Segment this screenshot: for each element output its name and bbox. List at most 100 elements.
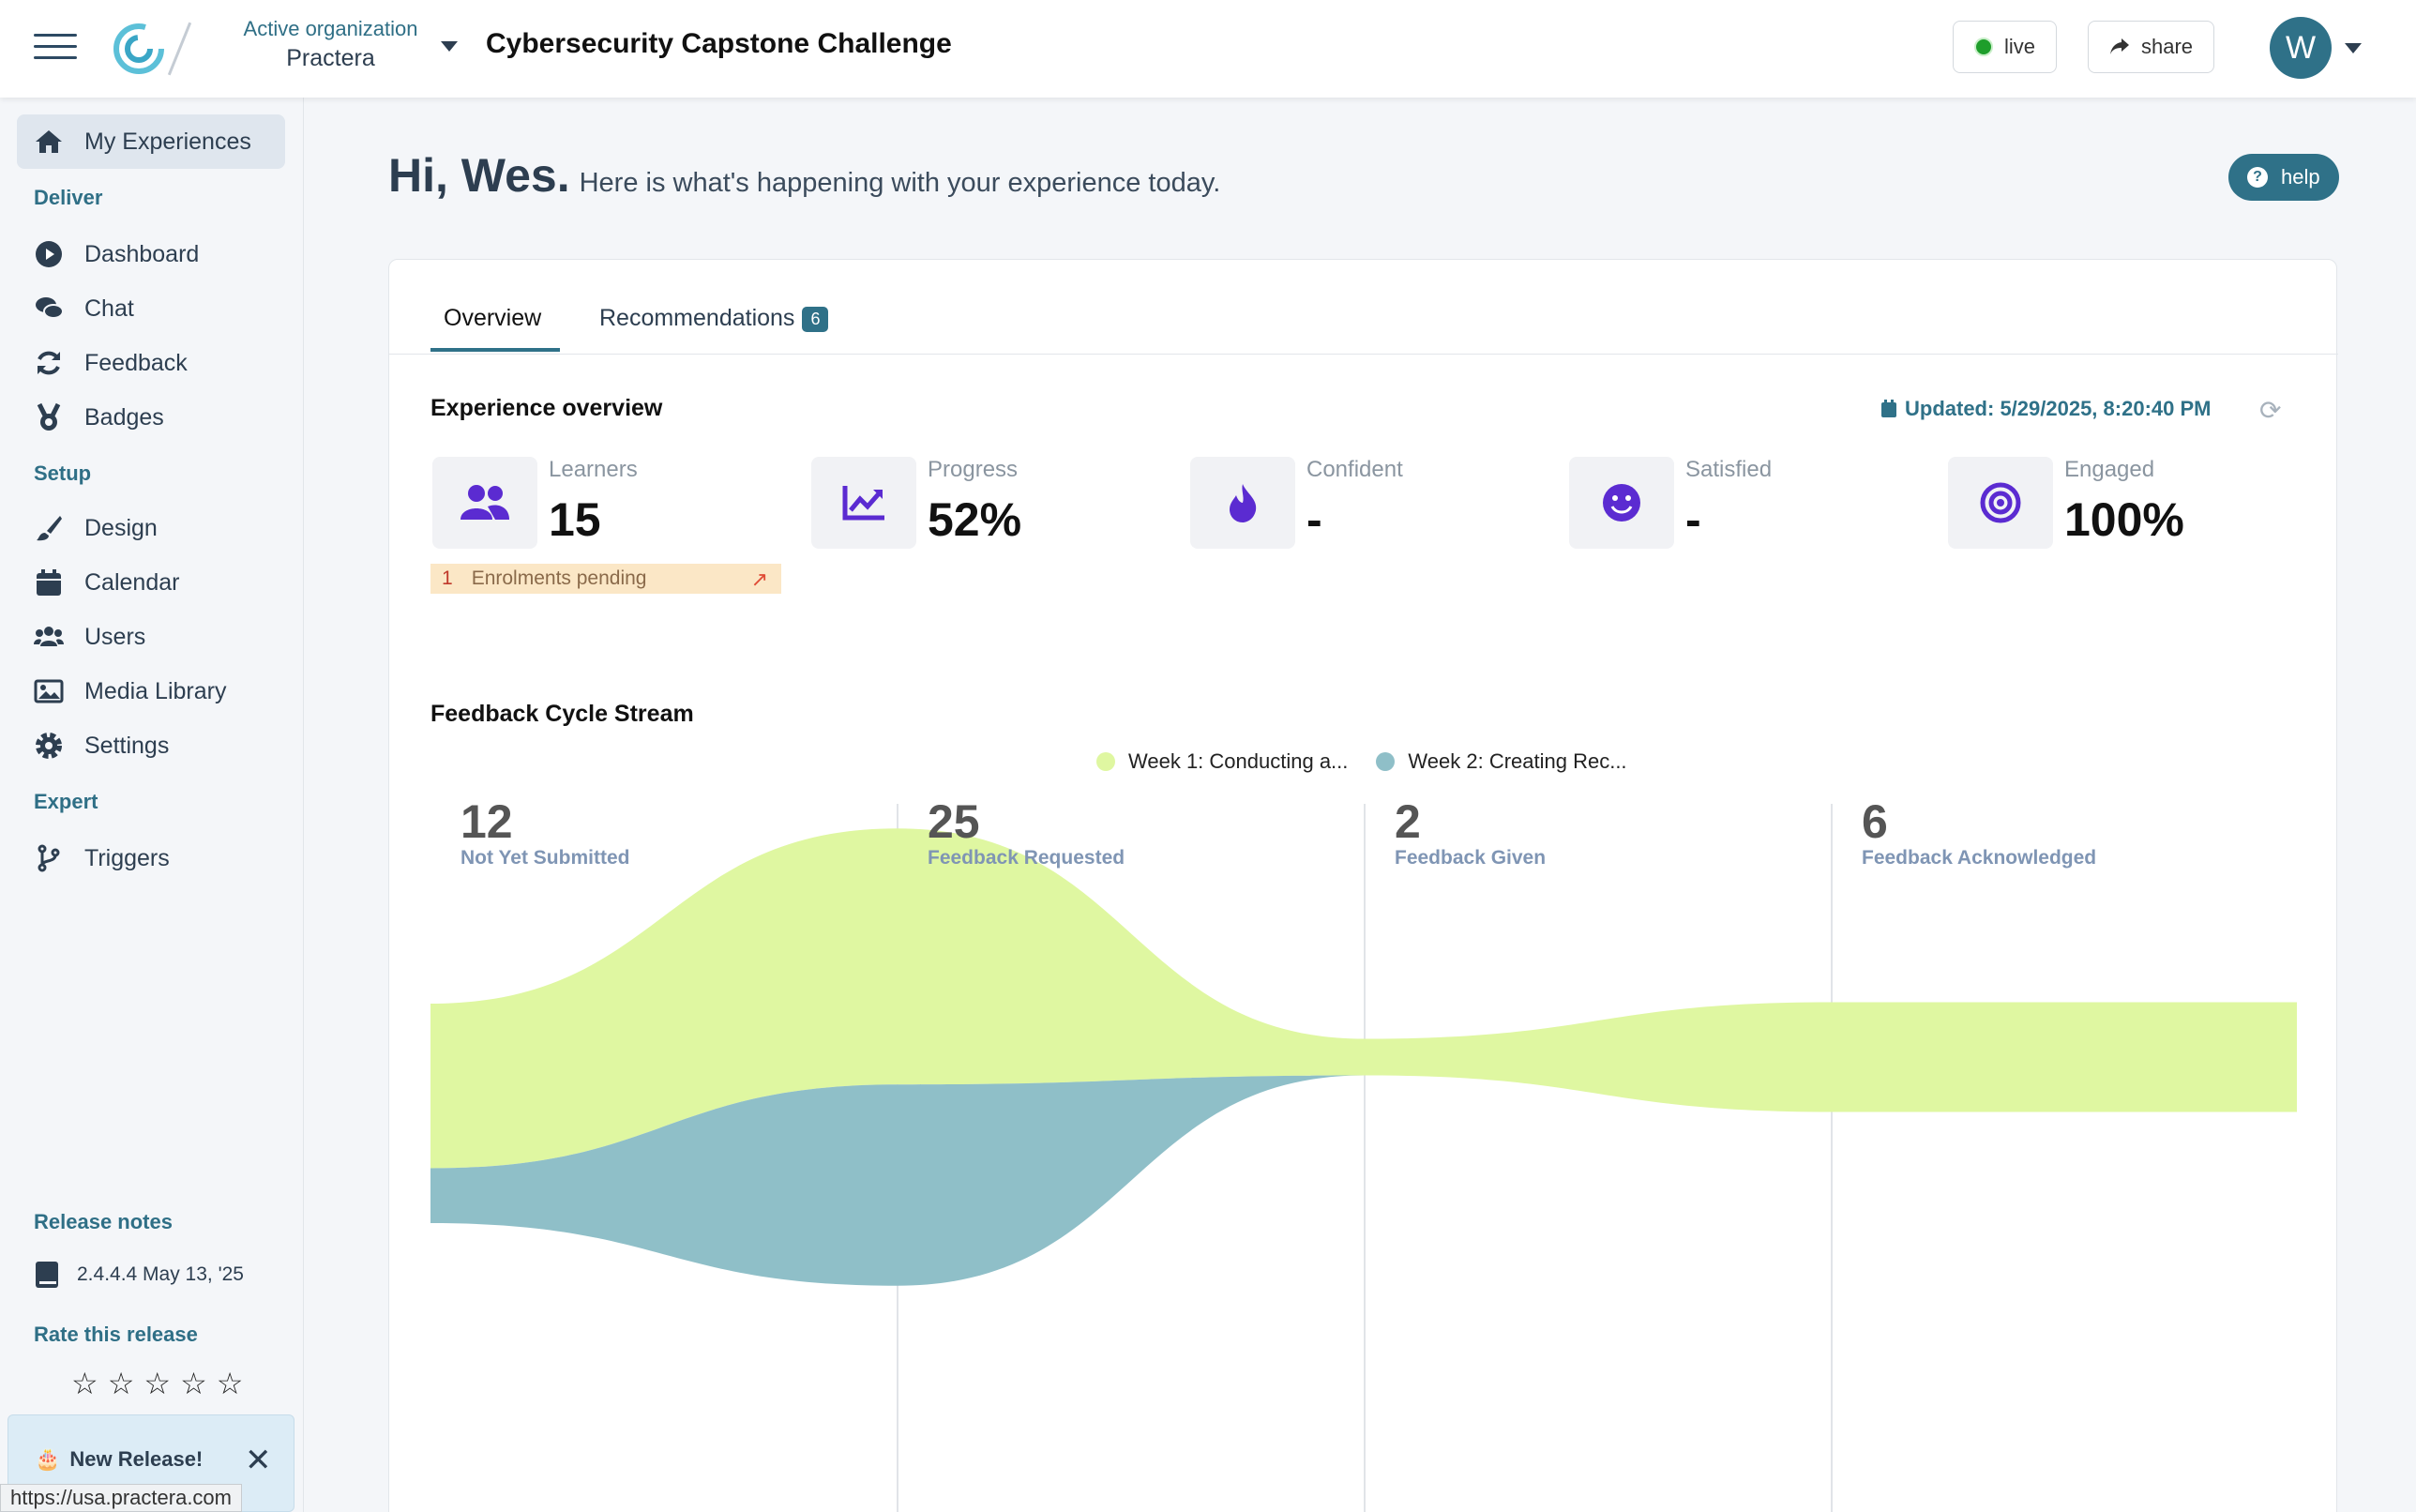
stage-feedback-acknowledged: 6 Feedback Acknowledged (1862, 794, 2096, 869)
refresh-icon (38, 351, 60, 375)
sidebar-item-label: Badges (84, 403, 164, 431)
sidebar-item-label: Calendar (84, 568, 180, 596)
sidebar-item-dashboard[interactable]: Dashboard (17, 227, 285, 281)
sidebar-item-my-experiences[interactable]: My Experiences (17, 114, 285, 169)
avatar-chevron-down-icon[interactable] (2345, 43, 2362, 53)
stat-label: Learners (549, 457, 638, 482)
sidebar-item-triggers[interactable]: Triggers (17, 831, 285, 885)
paintbrush-icon (37, 516, 62, 541)
sidebar-item-label: Chat (84, 295, 134, 322)
chart-legend: Week 1: Conducting a... Week 2: Creating… (1096, 749, 1627, 774)
feedback-stream-chart (430, 804, 2297, 1512)
stream-title: Feedback Cycle Stream (430, 701, 694, 727)
release-notes-link[interactable]: 2.4.4.4 May 13, '25 (34, 1261, 244, 1289)
enrolments-label: Enrolments pending (471, 567, 647, 589)
sidebar-item-label: Feedback (84, 349, 188, 376)
sidebar-item-settings[interactable]: Settings (17, 718, 285, 773)
active-tab-indicator (430, 348, 560, 352)
stat-value: 15 (549, 493, 601, 546)
header-divider (167, 22, 192, 76)
practera-logo[interactable] (111, 21, 167, 77)
stage-count: 12 (461, 795, 513, 848)
greeting-title: Hi, Wes. (388, 149, 570, 202)
stat-label: Satisfied (1685, 457, 1773, 482)
calendar-icon (1881, 400, 1896, 417)
experience-title: Cybersecurity Capstone Challenge (486, 28, 952, 59)
refresh-icon[interactable]: ⟳ (2259, 395, 2281, 426)
star-icon[interactable]: ☆ (71, 1366, 98, 1401)
help-button[interactable]: ? help (2228, 154, 2339, 201)
target-icon (1948, 457, 2053, 549)
status-url: https://usa.practera.com (0, 1484, 242, 1512)
avatar[interactable]: W (2270, 17, 2332, 79)
stage-count: 6 (1862, 795, 1888, 848)
chevron-down-icon[interactable] (441, 41, 458, 52)
share-label: share (2141, 35, 2194, 58)
branch-icon (38, 844, 60, 872)
legend-swatch (1096, 752, 1115, 771)
experience-overview-title: Experience overview (430, 395, 663, 421)
stage-label: Feedback Given (1395, 847, 1547, 869)
tab-overview[interactable]: Overview (444, 305, 541, 332)
stage-label: Feedback Requested (928, 847, 1125, 869)
stat-label: Confident (1306, 457, 1403, 482)
hamburger-menu-icon[interactable] (34, 34, 77, 60)
overview-card: Overview Recommendations 6 Experience ove… (388, 259, 2338, 1512)
section-expert: Expert (34, 790, 98, 813)
home-icon (36, 130, 62, 153)
sidebar-item-label: Media Library (84, 677, 227, 704)
sidebar-item-users[interactable]: Users (17, 610, 285, 664)
legend-item[interactable]: Week 1: Conducting a... (1096, 749, 1348, 774)
sidebar-item-label: Dashboard (84, 240, 200, 267)
star-icon[interactable]: ☆ (217, 1366, 244, 1401)
question-icon: ? (2247, 167, 2268, 188)
close-icon[interactable]: ✕ (245, 1442, 272, 1479)
medal-icon (37, 402, 61, 431)
new-release-label: 🎂 New Release! (35, 1447, 203, 1472)
section-setup: Setup (34, 461, 92, 485)
sidebar-item-calendar[interactable]: Calendar (17, 555, 285, 610)
section-deliver: Deliver (34, 186, 103, 209)
org-switcher[interactable]: Active organization Practera (234, 17, 427, 72)
tab-recommendations[interactable]: Recommendations 6 (599, 305, 829, 332)
share-button[interactable]: share (2088, 21, 2215, 73)
sidebar-item-label: Triggers (84, 844, 170, 871)
star-icon[interactable]: ☆ (108, 1366, 135, 1401)
book-icon (36, 1262, 58, 1288)
chart-line-icon (811, 457, 916, 549)
sidebar-item-design[interactable]: Design (17, 501, 285, 555)
stat-label: Progress (928, 457, 1019, 482)
external-link-icon[interactable]: ↗ (751, 567, 768, 592)
share-icon (2110, 38, 2129, 54)
cake-icon: 🎂 (35, 1447, 61, 1471)
top-bar: Active organization Practera Cybersecuri… (0, 0, 2416, 98)
greeting: Hi, Wes. Here is what's happening with y… (388, 148, 1220, 203)
sidebar-item-label: Design (84, 514, 158, 541)
calendar-icon (37, 569, 61, 596)
star-icon[interactable]: ☆ (143, 1366, 171, 1401)
stat-value: - (1306, 493, 1322, 546)
image-icon (34, 679, 64, 703)
legend-item[interactable]: Week 2: Creating Rec... (1376, 749, 1627, 774)
star-icon[interactable]: ☆ (180, 1366, 207, 1401)
sidebar-item-badges[interactable]: Badges (17, 390, 285, 445)
sidebar-item-chat[interactable]: Chat (17, 281, 285, 336)
legend-swatch (1376, 752, 1396, 771)
enrolments-pending-banner[interactable]: 1 Enrolments pending ↗ (430, 564, 781, 594)
org-label: Active organization (243, 17, 418, 40)
gear-icon (36, 733, 62, 759)
stage-label: Feedback Acknowledged (1862, 847, 2097, 869)
stage-label: Not Yet Submitted (461, 847, 630, 869)
sidebar-item-media-library[interactable]: Media Library (17, 664, 285, 718)
release-notes-heading: Release notes (34, 1210, 173, 1233)
tabs-divider (389, 354, 2338, 355)
greeting-subtitle: Here is what's happening with your exper… (579, 168, 1221, 198)
sidebar-item-feedback[interactable]: Feedback (17, 336, 285, 390)
sidebar: My Experiences Deliver Dashboard Chat Fe… (0, 98, 304, 1512)
sidebar-item-label: My Experiences (84, 128, 251, 155)
help-label: help (2281, 165, 2320, 189)
live-label: live (2004, 35, 2036, 58)
live-button[interactable]: live (1953, 21, 2058, 73)
stat-value: - (1685, 493, 1701, 546)
stage-feedback-requested: 25 Feedback Requested (928, 794, 1125, 869)
